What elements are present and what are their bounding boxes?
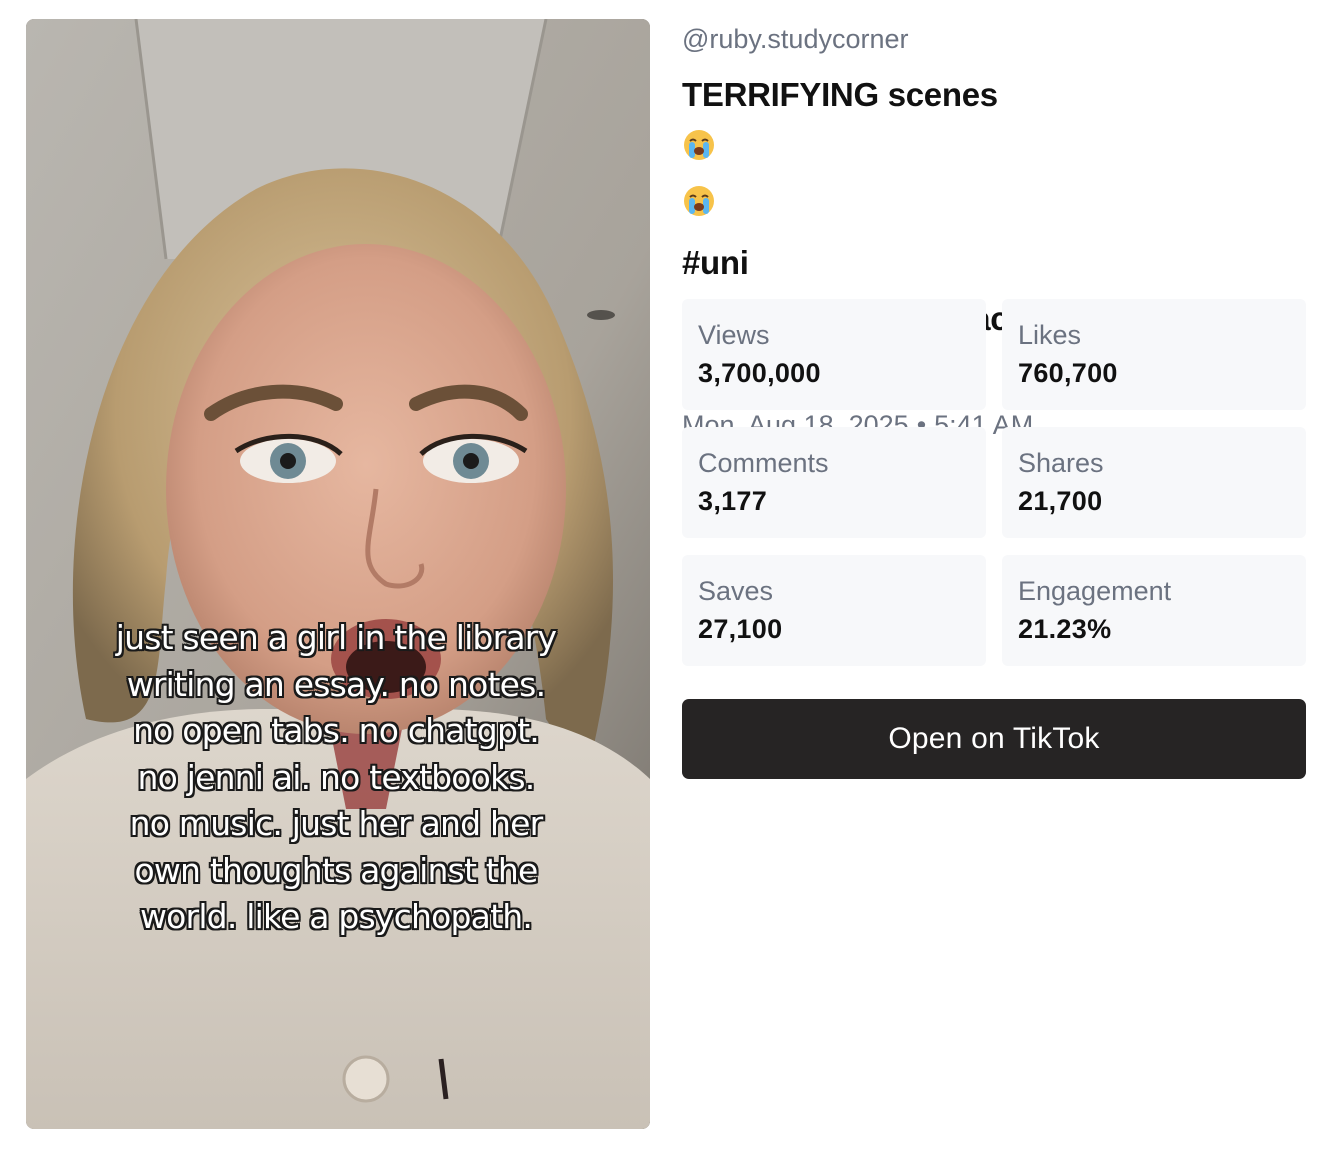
video-caption-overlay: just seen a girl in the library writing … <box>56 615 616 941</box>
post-info-panel: @ruby.studycorner TERRIFYING scenes #uni… <box>682 19 1306 779</box>
stat-label: Shares <box>1018 448 1104 478</box>
stat-value: 21,700 <box>1018 486 1103 516</box>
hashtag-uni[interactable]: #uni <box>682 235 1306 291</box>
caption-line: no open tabs. no chatgpt. <box>133 711 540 750</box>
video-thumbnail[interactable]: just seen a girl in the library writing … <box>26 19 650 1129</box>
stat-views: Views 3,700,000 <box>682 299 986 410</box>
stat-label: Views <box>698 320 770 350</box>
stats-grid: Views 3,700,000 Likes 760,700 Comments 3… <box>682 299 1306 666</box>
caption-line: writing an essay. no notes. <box>126 664 546 704</box>
stat-value: 3,700,000 <box>698 358 821 388</box>
stat-likes: Likes 760,700 <box>1002 299 1306 410</box>
caption-line: just seen a girl in the library <box>115 618 557 657</box>
stat-engagement: Engagement 21.23% <box>1002 555 1306 666</box>
stat-value: 760,700 <box>1018 358 1118 388</box>
stat-label: Likes <box>1018 320 1082 350</box>
tiktok-post-card: just seen a girl in the library writing … <box>0 0 1329 1154</box>
stat-value: 27,100 <box>698 614 783 644</box>
caption-line: own thoughts against the <box>134 850 538 890</box>
author-handle[interactable]: @ruby.studycorner <box>682 19 1306 59</box>
stat-label: Saves <box>698 576 774 606</box>
stat-comments: Comments 3,177 <box>682 427 986 538</box>
stat-label: Engagement <box>1018 576 1172 606</box>
stat-shares: Shares 21,700 <box>1002 427 1306 538</box>
stat-saves: Saves 27,100 <box>682 555 986 666</box>
post-title-text: TERRIFYING scenes <box>682 76 998 113</box>
open-on-tiktok-button[interactable]: Open on TikTok <box>682 699 1306 779</box>
post-title-line-1: TERRIFYING scenes #uni <box>682 67 1306 291</box>
stat-label: Comments <box>698 448 829 478</box>
stat-value: 21.23% <box>1018 614 1112 644</box>
caption-line: no jenni ai. no textbooks. <box>137 757 536 797</box>
stat-value: 3,177 <box>698 486 768 516</box>
loudly-crying-face-icon <box>682 123 1306 179</box>
video-thumbnail-image <box>26 19 650 1129</box>
caption-line: no music. just her and her <box>129 804 543 843</box>
loudly-crying-face-icon <box>682 179 1306 235</box>
caption-line: world. like a psychopath. <box>139 897 533 936</box>
